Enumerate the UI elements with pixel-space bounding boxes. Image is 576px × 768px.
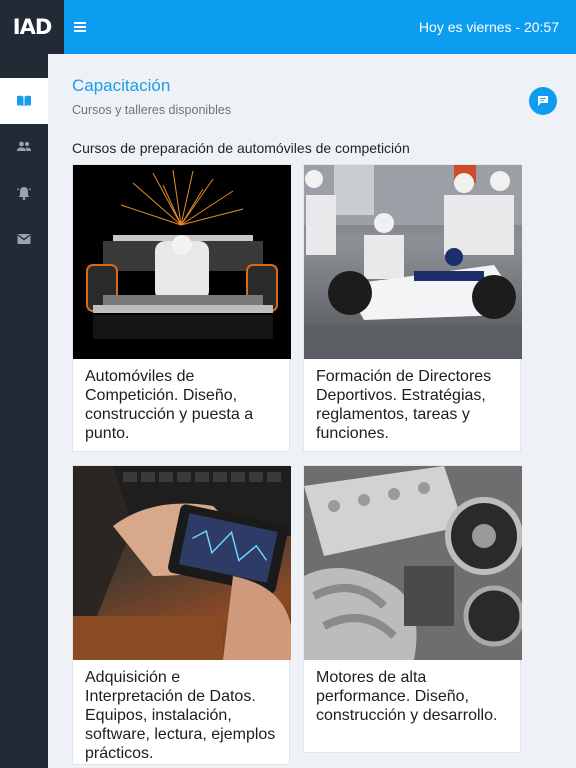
sidebar-item-notifications[interactable] bbox=[0, 170, 48, 216]
engine-image bbox=[304, 466, 522, 660]
race-car-image bbox=[73, 165, 291, 359]
section-title: Cursos de preparación de automóviles de … bbox=[72, 140, 410, 156]
logo-box: IAD bbox=[0, 0, 64, 54]
page-title: Capacitación bbox=[72, 76, 171, 95]
course-card[interactable]: Adquisición e Interpretación de Datos. E… bbox=[72, 465, 291, 765]
sidebar bbox=[0, 0, 48, 768]
main-content: Capacitación Cursos y talleres disponibl… bbox=[48, 54, 576, 768]
course-title: Motores de alta performance. Diseño, con… bbox=[316, 669, 498, 724]
page-subtitle: Cursos y talleres disponibles bbox=[72, 103, 232, 117]
date-time-status: Hoy es viernes - 20:57 bbox=[418, 19, 559, 35]
sidebar-item-users[interactable] bbox=[0, 124, 48, 170]
menu-icon[interactable] bbox=[74, 22, 86, 32]
course-title: Formación de Directores Deportivos. Estr… bbox=[316, 368, 492, 442]
course-card[interactable]: Automóviles de Competición. Diseño, cons… bbox=[72, 164, 291, 452]
topbar: Hoy es viernes - 20:57 bbox=[64, 0, 576, 54]
logo: IAD bbox=[12, 15, 52, 39]
book-icon bbox=[17, 95, 31, 106]
chat-icon bbox=[538, 96, 548, 106]
pit-stop-image bbox=[304, 165, 522, 359]
users-icon bbox=[17, 141, 31, 151]
sidebar-item-messages[interactable] bbox=[0, 216, 48, 262]
chat-button[interactable] bbox=[529, 87, 557, 115]
course-title: Adquisición e Interpretación de Datos. E… bbox=[85, 669, 276, 762]
course-title: Automóviles de Competición. Diseño, cons… bbox=[85, 368, 254, 442]
data-acquisition-image bbox=[73, 466, 291, 660]
course-card[interactable]: Motores de alta performance. Diseño, con… bbox=[303, 465, 522, 753]
bell-icon bbox=[17, 187, 31, 200]
course-card[interactable]: Formación de Directores Deportivos. Estr… bbox=[303, 164, 522, 452]
mail-icon bbox=[17, 234, 31, 244]
sidebar-item-courses[interactable] bbox=[0, 78, 48, 124]
